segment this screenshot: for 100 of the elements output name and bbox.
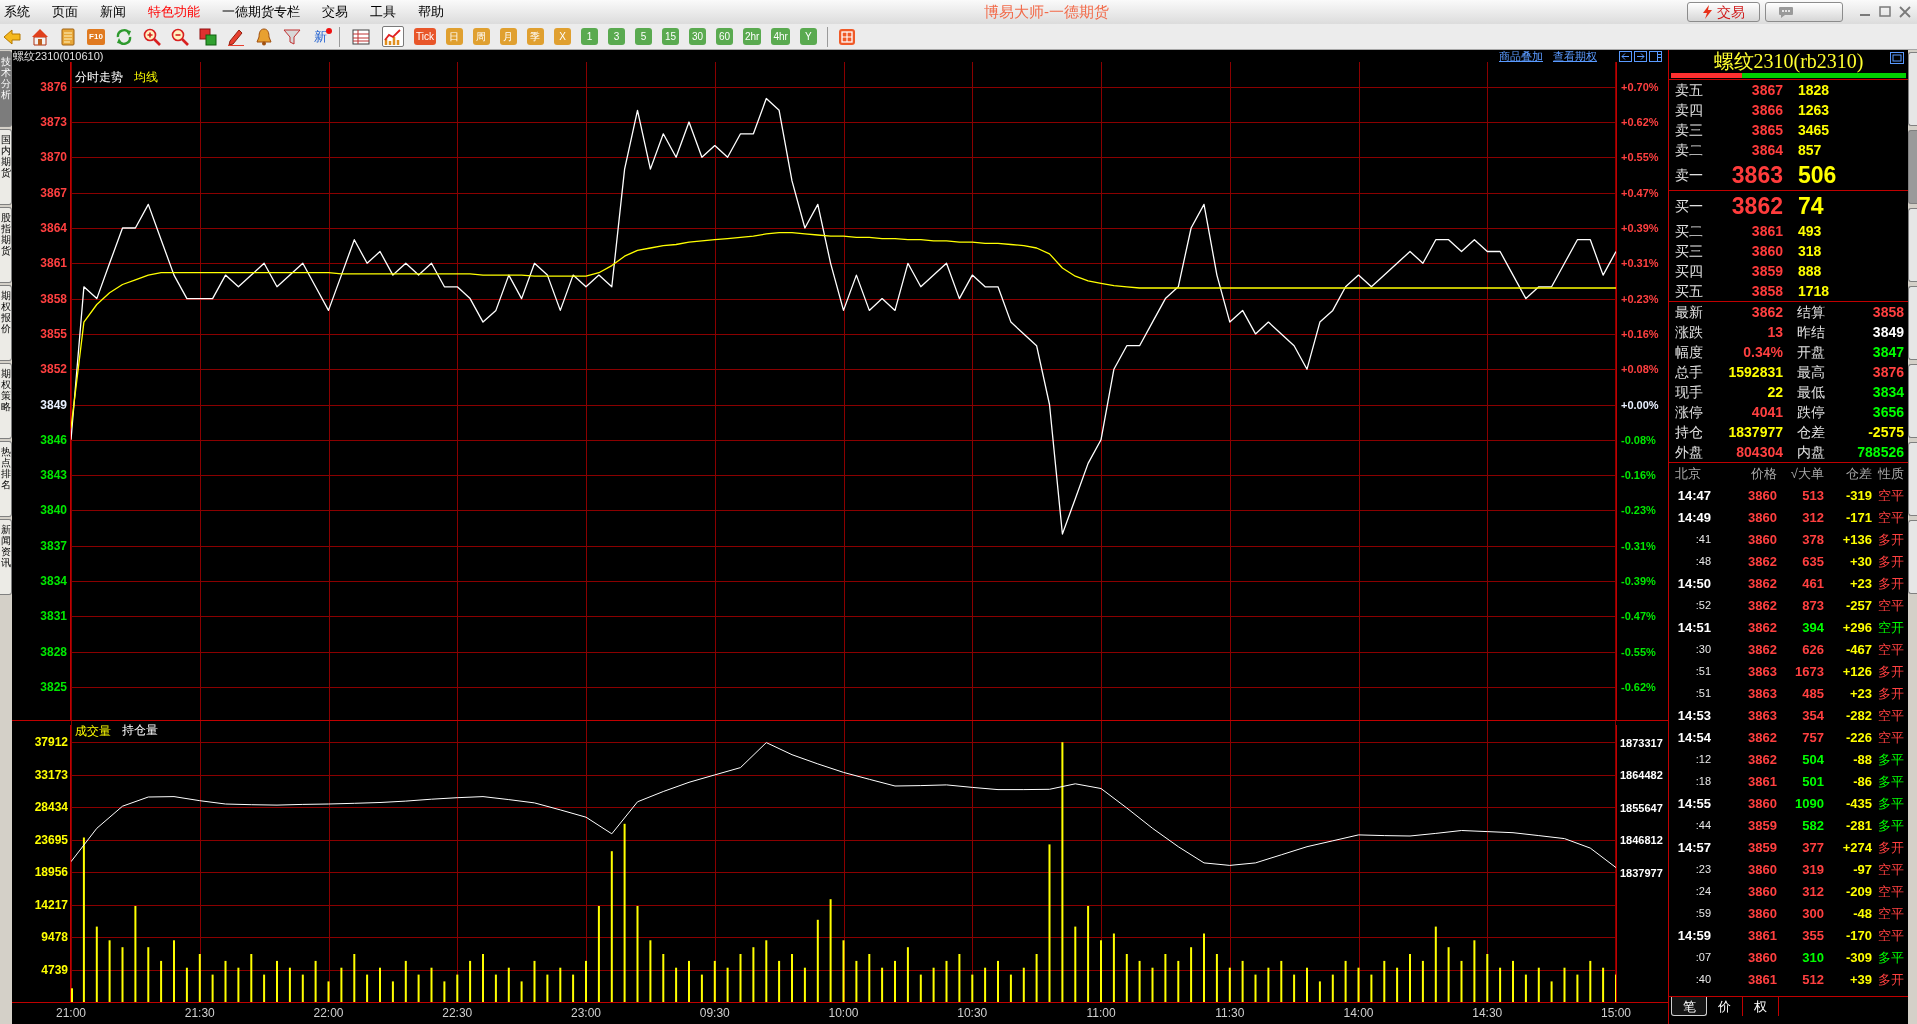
side-tab[interactable]: 股指期货 [0,207,12,283]
side-tab[interactable]: 期权报价 [0,285,12,361]
menu-item[interactable]: 特色功能 [148,4,200,20]
volume-bar [507,967,510,1002]
back-arrow-icon[interactable] [3,27,21,46]
side-tab[interactable] [1908,520,1917,594]
percent-axis-label: -0.39% [1621,574,1656,589]
volume-bar [713,960,716,1002]
trade-button[interactable]: 交易 [1687,2,1760,22]
period-button[interactable]: 15 [661,28,679,45]
open-interest-change: -282 [1844,707,1872,723]
home-icon[interactable] [31,27,49,46]
trade-time: 14:47 [1676,487,1711,503]
side-tab[interactable]: 国内期货 [0,129,12,205]
trade-type: 空平 [1877,707,1905,723]
order-volume: 493 [1797,223,1823,239]
volume-bar [404,960,407,1002]
filter-icon[interactable] [283,27,301,46]
side-tab[interactable]: 期权策略 [0,363,12,439]
f10-button[interactable]: F10 [87,28,105,45]
volume-bar [1499,967,1502,1002]
panel-icon[interactable] [1649,50,1662,62]
period-button[interactable]: 5 [634,28,652,45]
period-button[interactable]: 1 [580,28,598,45]
period-button[interactable]: Tick [414,28,436,45]
grid-icon[interactable] [837,27,856,46]
period-button[interactable]: 30 [688,28,706,45]
volume-bar [1383,960,1386,1002]
period-button[interactable]: 2hr [742,28,762,45]
window-icon[interactable] [1890,52,1904,64]
stat-value: 3849 [1871,323,1904,342]
percent-axis-label: +0.23% [1621,291,1659,306]
notebook-icon[interactable] [59,27,77,46]
right-arrow-icon[interactable] [1634,50,1647,62]
stat-value: 1837977 [1727,423,1783,442]
side-tab[interactable] [1908,286,1917,360]
news-button[interactable]: 新 [311,27,329,46]
column-header: √大单 [1789,466,1824,481]
link[interactable]: 商品叠加 [1499,50,1543,62]
side-tab[interactable] [1908,52,1917,126]
time-label: 23:00 [571,1006,601,1020]
period-button[interactable]: 60 [715,28,733,45]
trade-volume: 354 [1801,707,1824,723]
side-tab[interactable]: 技术分析 [0,51,12,127]
period-button[interactable]: 4hr [771,28,790,45]
chat-button[interactable] [1765,2,1843,22]
trade-volume: 378 [1801,531,1824,547]
stat-value: 0.34% [1742,343,1783,362]
trade-time: 14:49 [1676,509,1711,525]
volume-bar [1331,974,1334,1002]
volume-bar [391,981,394,1002]
trade-volume: 355 [1801,927,1824,943]
side-tab[interactable] [1908,364,1917,438]
period-button[interactable]: 3 [607,28,625,45]
lightning-icon [1702,5,1712,19]
volume-bar [1293,974,1296,1002]
trade-price: 3862 [1747,597,1777,613]
volume-bar [932,967,935,1002]
volume-bar [662,954,665,1002]
side-tab[interactable]: 新闻资讯 [0,519,12,595]
left-arrow-icon[interactable] [1619,50,1632,62]
link[interactable]: 查看期权 [1553,50,1597,62]
trade-price: 3861 [1747,927,1777,943]
menu-item[interactable]: 交易 [322,4,348,20]
trade-type: 多平 [1877,795,1905,811]
menu-item[interactable]: 帮助 [418,4,444,20]
volume-bar [1254,974,1257,1002]
open-interest-change: +136 [1841,531,1872,547]
windows-icon[interactable] [199,27,217,46]
menu-item[interactable]: 系统 [4,4,30,20]
zoom-in-icon[interactable] [143,27,161,46]
trade-type: 空平 [1877,487,1905,503]
maximize-icon[interactable] [1877,5,1893,19]
menu-item[interactable]: 工具 [370,4,396,20]
refresh-icon[interactable] [115,27,133,46]
view-button[interactable] [382,26,404,47]
open-interest-change: +39 [1848,971,1872,987]
trade-volume: 582 [1801,817,1824,833]
side-tab[interactable] [1908,442,1917,516]
open-interest-change: -86 [1852,773,1872,789]
menu-item[interactable]: 一德期货专栏 [222,4,300,20]
stat-value: 804304 [1735,443,1783,462]
stat-value: 1592831 [1727,363,1783,382]
pencil-icon[interactable] [227,27,245,46]
period-button[interactable]: Y [799,28,817,45]
trade-tab[interactable]: 笔 [1671,997,1707,1016]
menu-item[interactable]: 页面 [52,4,78,20]
zoom-out-icon[interactable] [171,27,189,46]
side-tab[interactable]: 热点排名 [0,441,12,517]
trade-price: 3863 [1747,707,1777,723]
trade-price: 3862 [1747,729,1777,745]
view-button[interactable] [350,26,372,47]
menu-item[interactable]: 新闻 [100,4,126,20]
volume-bar [855,960,858,1002]
open-interest-change: +274 [1841,839,1872,855]
bell-icon[interactable] [255,27,273,46]
close-icon[interactable] [1897,5,1913,19]
volume-bar [778,960,781,1002]
side-tab[interactable] [1908,208,1917,282]
price-axis-label: 3876 [40,79,67,94]
